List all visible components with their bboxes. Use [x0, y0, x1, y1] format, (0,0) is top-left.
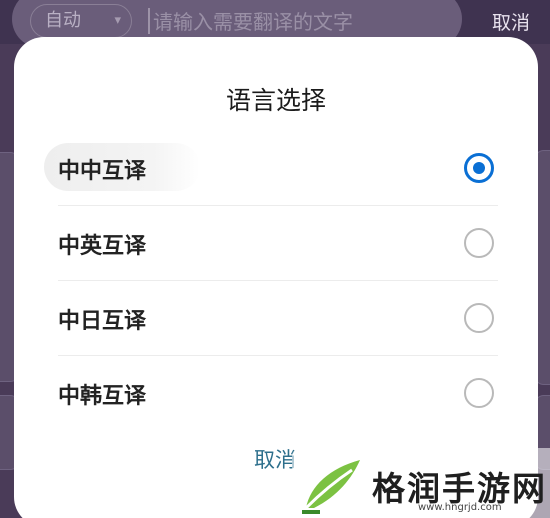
option-label: 中英互译 — [58, 234, 147, 259]
search-input[interactable]: 请输入需要翻译的文字 — [153, 6, 353, 35]
radio-unselected-icon[interactable] — [464, 378, 494, 408]
dialog-cancel-button[interactable]: 取消 — [254, 444, 296, 474]
option-zh-zh[interactable]: 中中互译 — [44, 131, 512, 206]
source-language-label: 自动 — [45, 10, 81, 31]
radio-unselected-icon[interactable] — [464, 228, 494, 258]
language-select-dialog: 语言选择 中中互译 中英互译 中日互译 中韩互译 取消 — [14, 37, 538, 518]
top-cancel-button[interactable]: 取消 — [492, 8, 530, 35]
radio-unselected-icon[interactable] — [464, 303, 494, 333]
option-label: 中中互译 — [58, 159, 147, 184]
option-label: 中日互译 — [58, 309, 147, 334]
option-zh-ja[interactable]: 中日互译 — [44, 281, 512, 356]
chevron-down-icon: ▾ — [114, 13, 121, 28]
leaf-logo-icon — [302, 460, 360, 514]
source-language-dropdown[interactable]: 自动 ▾ — [30, 4, 132, 38]
dialog-title: 语言选择 — [225, 86, 326, 115]
radio-dot — [473, 162, 485, 174]
option-zh-en[interactable]: 中英互译 — [44, 206, 512, 281]
option-label: 中韩互译 — [58, 384, 147, 409]
radio-selected-icon[interactable] — [464, 153, 494, 183]
watermark-url: www.hngrjd.com — [418, 502, 502, 513]
text-cursor — [148, 8, 150, 34]
option-zh-ko[interactable]: 中韩互译 — [44, 356, 512, 431]
